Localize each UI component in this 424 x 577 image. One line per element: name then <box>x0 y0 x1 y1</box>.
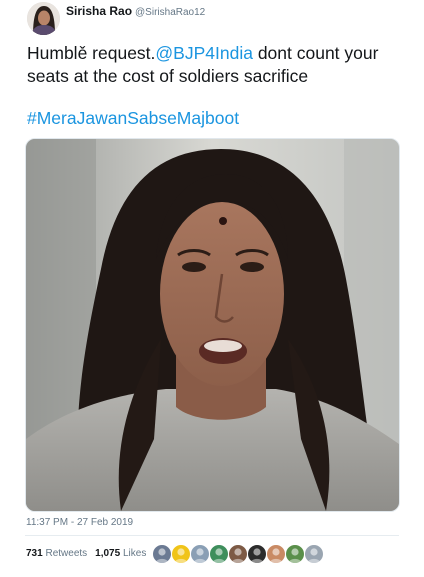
woman-speaking-video-frame-icon <box>26 139 399 511</box>
retweets-label: Retweets <box>45 548 88 559</box>
liker-avatar-5-icon[interactable] <box>228 544 248 564</box>
author-names: Sirisha Rao @SirishaRao12 <box>66 4 205 18</box>
tweet-stats: 731 Retweets 1,075 Likes <box>26 548 146 559</box>
retweets-count: 731 <box>26 548 43 559</box>
liker-avatar-2-icon[interactable] <box>171 544 191 564</box>
divider <box>25 535 399 536</box>
liker-avatar-3-icon[interactable] <box>190 544 210 564</box>
author-avatar[interactable] <box>27 2 60 35</box>
liker-avatar-9-icon[interactable] <box>304 544 324 564</box>
tweet-card: Sirisha Rao @SirishaRao12 Humblě request.… <box>0 0 424 577</box>
author-handle[interactable]: @SirishaRao12 <box>135 7 205 18</box>
liker-avatar-6-icon[interactable] <box>247 544 267 564</box>
liker-avatar-7-icon[interactable] <box>266 544 286 564</box>
tweet-text: Humblě request.@BJP4India dont count you… <box>27 42 412 88</box>
liker-avatar-8-icon[interactable] <box>285 544 305 564</box>
profile-photo-icon <box>27 2 60 35</box>
tweet-timestamp[interactable]: 11:37 PM - 27 Feb 2019 <box>26 517 133 528</box>
tweet-video[interactable] <box>25 138 400 512</box>
likes-stat[interactable]: 1,075 Likes <box>95 548 146 559</box>
author-display-name[interactable]: Sirisha Rao <box>66 4 132 18</box>
liker-avatar-4-icon[interactable] <box>209 544 229 564</box>
likes-count: 1,075 <box>95 548 121 559</box>
likes-label: Likes <box>122 548 147 559</box>
hashtag-link[interactable]: #MeraJawanSabseMajboot <box>27 107 239 130</box>
retweets-stat[interactable]: 731 Retweets <box>26 548 87 559</box>
mention-link[interactable]: @BJP4India <box>155 43 253 63</box>
liker-avatar-1-icon[interactable] <box>152 544 172 564</box>
tweet-text-part: Humblě request. <box>27 43 156 63</box>
